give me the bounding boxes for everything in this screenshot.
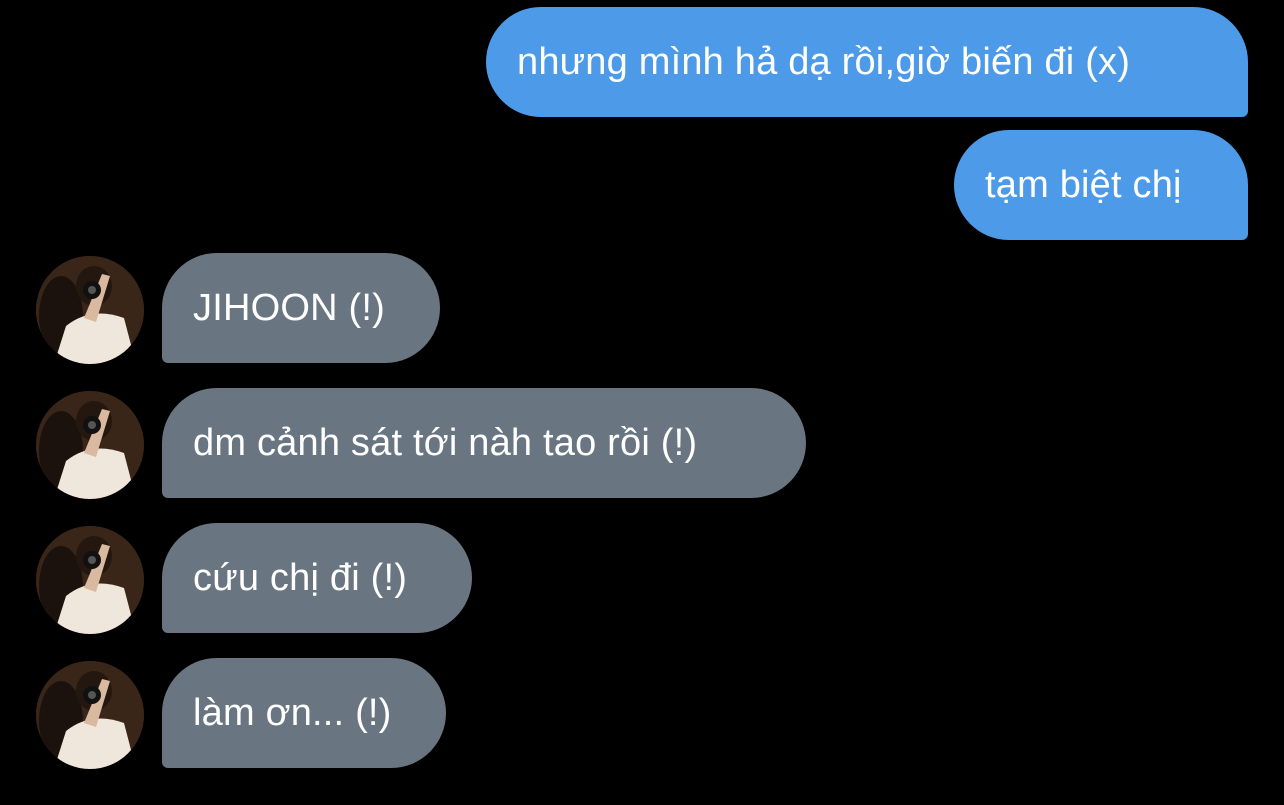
contact-avatar[interactable] bbox=[36, 391, 144, 499]
contact-photo-avatar bbox=[36, 256, 144, 364]
outgoing-message-bubble[interactable]: nhưng mình hả dạ rồi,giờ biến đi (x) bbox=[486, 7, 1248, 117]
message-text: dm cảnh sát tới nàh tao rồi (!) bbox=[193, 421, 698, 464]
message-text: cứu chị đi (!) bbox=[193, 556, 408, 599]
contact-photo-avatar bbox=[36, 391, 144, 499]
message-text: làm ơn... (!) bbox=[193, 691, 392, 734]
incoming-message-bubble[interactable]: cứu chị đi (!) bbox=[162, 523, 472, 633]
message-text: JIHOON (!) bbox=[193, 286, 385, 329]
contact-avatar[interactable] bbox=[36, 256, 144, 364]
incoming-message-bubble[interactable]: dm cảnh sát tới nàh tao rồi (!) bbox=[162, 388, 806, 498]
message-text: tạm biệt chị bbox=[985, 163, 1182, 206]
contact-photo-avatar bbox=[36, 661, 144, 769]
outgoing-message-bubble[interactable]: tạm biệt chị bbox=[954, 130, 1248, 240]
message-thread: nhưng mình hả dạ rồi,giờ biến đi (x) tạm… bbox=[0, 0, 1284, 805]
message-text: nhưng mình hả dạ rồi,giờ biến đi (x) bbox=[517, 40, 1131, 83]
incoming-message-bubble[interactable]: JIHOON (!) bbox=[162, 253, 440, 363]
incoming-message-bubble[interactable]: làm ơn... (!) bbox=[162, 658, 446, 768]
contact-photo-avatar bbox=[36, 526, 144, 634]
contact-avatar[interactable] bbox=[36, 661, 144, 769]
contact-avatar[interactable] bbox=[36, 526, 144, 634]
